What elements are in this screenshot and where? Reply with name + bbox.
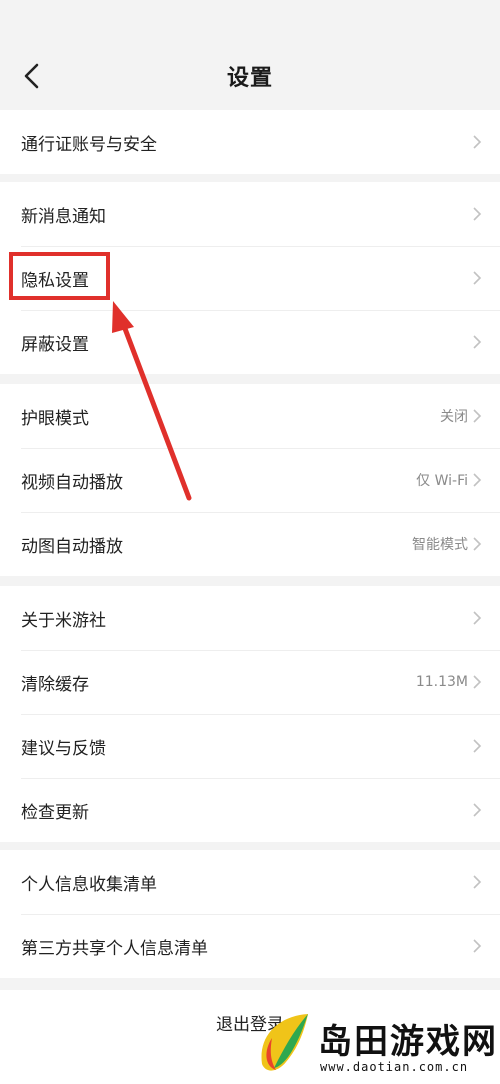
settings-item-block[interactable]: 屏蔽设置: [0, 310, 500, 374]
settings-item-account-security[interactable]: 通行证账号与安全: [0, 110, 500, 174]
chevron-right-icon: [473, 739, 482, 753]
settings-item-value: 智能模式: [412, 537, 468, 553]
settings-item-video-autoplay[interactable]: 视频自动播放 仅 Wi-Fi: [0, 448, 500, 512]
settings-item-value: 关闭: [440, 409, 468, 425]
chevron-right-icon: [473, 409, 482, 423]
settings-item-label: 通行证账号与安全: [21, 134, 157, 155]
settings-item-label: 视频自动播放: [21, 472, 123, 493]
settings-item-about[interactable]: 关于米游社: [0, 586, 500, 650]
settings-item-clear-cache[interactable]: 清除缓存 11.13M: [0, 650, 500, 714]
settings-group-personal-info: 个人信息收集清单 第三方共享个人信息清单: [0, 850, 500, 978]
chevron-right-icon: [473, 875, 482, 889]
settings-item-gif-autoplay[interactable]: 动图自动播放 智能模式: [0, 512, 500, 576]
chevron-right-icon: [473, 611, 482, 625]
chevron-right-icon: [473, 271, 482, 285]
watermark-logo-icon: [261, 1014, 308, 1071]
settings-item-feedback[interactable]: 建议与反馈: [0, 714, 500, 778]
chevron-right-icon: [473, 335, 482, 349]
settings-item-label: 建议与反馈: [21, 738, 106, 759]
settings-item-value: 仅 Wi-Fi: [416, 473, 468, 489]
settings-item-label: 隐私设置: [21, 270, 89, 291]
settings-item-label: 动图自动播放: [21, 536, 123, 557]
settings-group-account: 通行证账号与安全: [0, 110, 500, 174]
watermark: 岛田游戏网 www.daotian.com.cn: [248, 1000, 500, 1084]
settings-item-label: 第三方共享个人信息清单: [21, 938, 208, 959]
chevron-right-icon: [473, 537, 482, 551]
settings-item-check-update[interactable]: 检查更新: [0, 778, 500, 842]
page-title: 设置: [226, 66, 273, 91]
chevron-right-icon: [473, 803, 482, 817]
settings-group-about: 关于米游社 清除缓存 11.13M 建议与反馈 检查更新: [0, 586, 500, 842]
settings-item-label: 关于米游社: [21, 610, 106, 631]
settings-group-display: 护眼模式 关闭 视频自动播放 仅 Wi-Fi 动图自动播放 智能模式: [0, 384, 500, 576]
chevron-right-icon: [473, 675, 482, 689]
settings-item-label: 清除缓存: [21, 674, 89, 695]
settings-item-label: 新消息通知: [21, 206, 106, 227]
settings-item-third-party-sharing-list[interactable]: 第三方共享个人信息清单: [0, 914, 500, 978]
header: 设置: [0, 0, 500, 108]
settings-item-label: 检查更新: [21, 802, 89, 823]
settings-item-label: 屏蔽设置: [21, 334, 89, 355]
settings-item-label: 个人信息收集清单: [21, 874, 157, 895]
watermark-url: www.daotian.com.cn: [320, 1060, 469, 1074]
settings-item-new-message-notification[interactable]: 新消息通知: [0, 182, 500, 246]
settings-item-info-collection-list[interactable]: 个人信息收集清单: [0, 850, 500, 914]
settings-group-notifications: 新消息通知 隐私设置 屏蔽设置: [0, 182, 500, 374]
chevron-right-icon: [473, 939, 482, 953]
chevron-right-icon: [473, 207, 482, 221]
settings-item-label: 护眼模式: [21, 408, 89, 429]
settings-item-privacy[interactable]: 隐私设置: [0, 246, 500, 310]
chevron-right-icon: [473, 135, 482, 149]
chevron-right-icon: [473, 473, 482, 487]
watermark-title: 岛田游戏网: [318, 1022, 498, 1062]
settings-item-eye-protection[interactable]: 护眼模式 关闭: [0, 384, 500, 448]
settings-item-value: 11.13M: [415, 674, 468, 690]
